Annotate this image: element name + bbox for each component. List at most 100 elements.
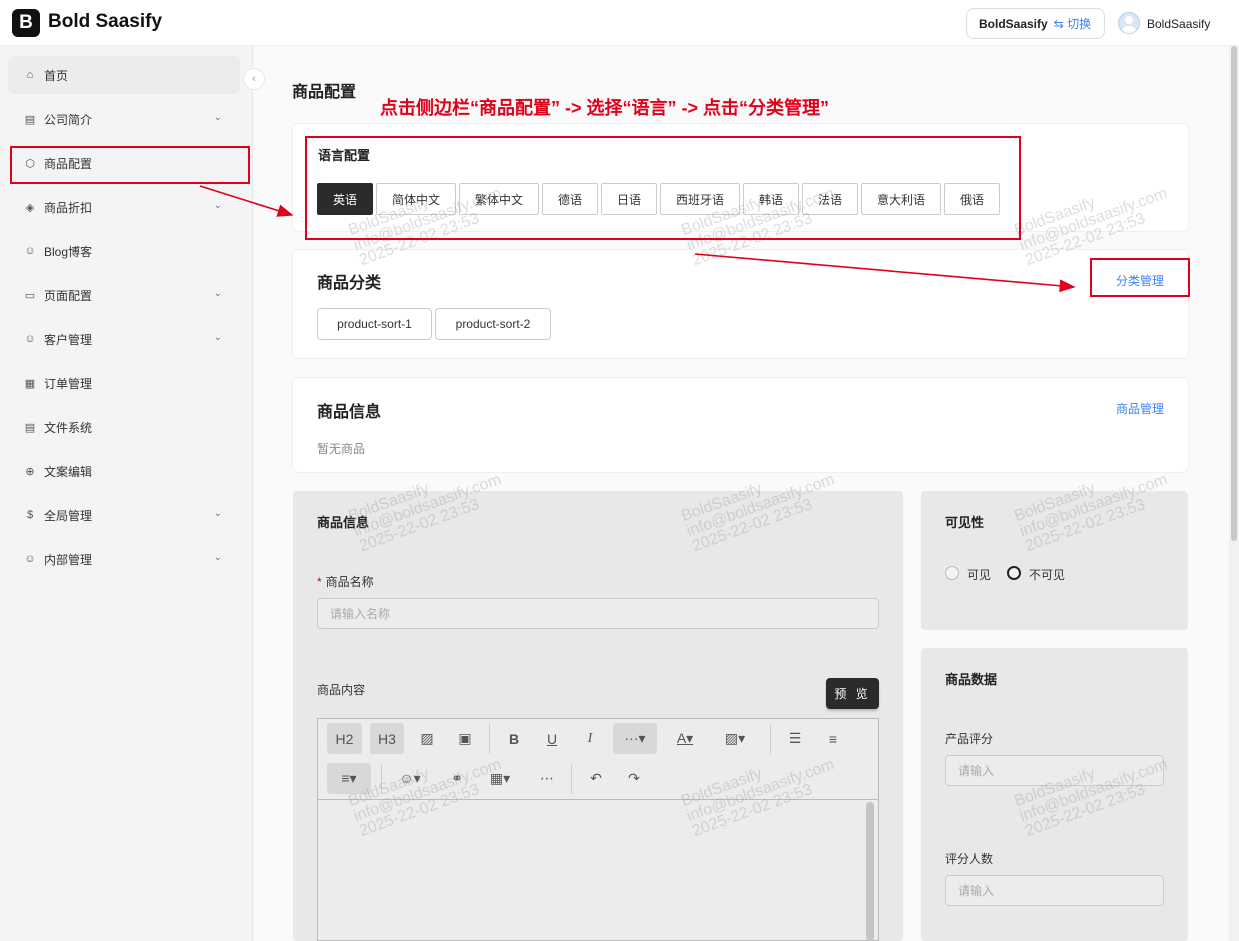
visible-label[interactable]: 可见 xyxy=(967,566,991,583)
numbered-list-icon[interactable]: ≡ xyxy=(820,723,846,754)
sidebar-item-label: 公司简介 xyxy=(44,112,93,127)
h3-button[interactable]: H3 xyxy=(370,723,404,754)
highlight-language-section xyxy=(305,136,1021,240)
h2-button[interactable]: H2 xyxy=(327,723,362,754)
instruction-annotation: 点击侧边栏“商品配置” -> 选择“语言” -> 点击“分类管理” xyxy=(380,98,830,118)
chevron-down-icon: ⌄ xyxy=(213,112,222,123)
sort-chip[interactable]: product-sort-2 xyxy=(435,308,551,340)
users-icon: ☺ xyxy=(24,333,36,345)
sidebar-item-internal[interactable]: ☺ 内部管理 ⌄ xyxy=(8,540,240,578)
tag-icon: ◈ xyxy=(25,201,35,214)
toolbar-separator xyxy=(571,764,572,794)
bullet-list-icon[interactable]: ☰ xyxy=(782,723,808,754)
sort-chip[interactable]: product-sort-1 xyxy=(317,308,432,340)
toolbar-separator xyxy=(489,724,490,754)
sidebar-item-label: 首页 xyxy=(44,68,69,83)
bold-icon[interactable]: B xyxy=(501,723,527,754)
rating-count-input[interactable]: 请输入 xyxy=(945,875,1164,906)
sidebar-item-orders[interactable]: ▦ 订单管理 xyxy=(8,364,240,402)
top-bar: B Bold Saasify BoldSaasify ⇆ 切换 BoldSaas… xyxy=(0,0,1239,46)
sidebar-item-label: 订单管理 xyxy=(44,376,93,391)
rating-label: 产品评分 xyxy=(945,732,994,746)
video-upload-icon[interactable]: ▣ xyxy=(452,723,478,754)
align-icon[interactable]: ≡▾ xyxy=(327,763,371,794)
name-label: * 商品名称 xyxy=(317,575,374,589)
sidebar-item-label: 文案编辑 xyxy=(44,464,93,479)
highlight-sidebar-product-config xyxy=(10,146,250,184)
sidebar-item-blog[interactable]: ☺ Blog博客 xyxy=(8,232,240,270)
chevron-down-icon: ⌄ xyxy=(213,288,222,299)
sidebar-item-page-config[interactable]: ▭ 页面配置 ⌄ xyxy=(8,276,240,314)
users-icon: ☺ xyxy=(24,245,36,257)
divider-line-icon[interactable]: ⋯ xyxy=(534,763,560,794)
product-info-card xyxy=(292,377,1189,473)
chevron-down-icon: ⌄ xyxy=(213,200,222,211)
visible-radio[interactable] xyxy=(945,566,959,580)
link-icon[interactable]: ⚭ xyxy=(444,763,470,794)
sidebar-item-label: Blog博客 xyxy=(44,244,93,259)
logo-icon[interactable]: B xyxy=(12,9,40,37)
sidebar-item-label: 全局管理 xyxy=(44,508,93,523)
toolbar-separator xyxy=(381,764,382,794)
table-icon[interactable]: ▦▾ xyxy=(483,763,517,794)
file-icon: ▤ xyxy=(24,421,36,434)
image-upload-icon[interactable]: ▨ xyxy=(414,723,440,754)
sidebar-item-label: 客户管理 xyxy=(44,332,93,347)
editor-scrollbar[interactable] xyxy=(866,802,874,941)
document-icon: ▦ xyxy=(24,377,36,390)
font-color-icon[interactable]: A▾ xyxy=(668,723,702,754)
brand-name[interactable]: Bold Saasify xyxy=(48,11,162,33)
product-data-title: 商品数据 xyxy=(945,672,998,687)
sidebar-item-discount[interactable]: ◈ 商品折扣 ⌄ xyxy=(8,188,240,226)
monitor-icon: ▭ xyxy=(24,289,36,302)
tenant-switch-button[interactable]: BoldSaasify ⇆ 切换 xyxy=(966,8,1105,39)
avatar[interactable] xyxy=(1118,12,1140,34)
building-icon: ▤ xyxy=(24,113,36,126)
toolbar-divider xyxy=(317,799,879,800)
switch-label: ⇆ 切换 xyxy=(1053,17,1092,31)
invisible-radio[interactable] xyxy=(1007,566,1021,580)
sidebar-item-label: 页面配置 xyxy=(44,288,93,303)
redo-icon[interactable]: ↷ xyxy=(621,763,647,794)
rating-input[interactable]: 请输入 xyxy=(945,755,1164,786)
sidebar-item-copywriting[interactable]: ⊕ 文案编辑 xyxy=(8,452,240,490)
background-color-icon[interactable]: ▨▾ xyxy=(718,723,752,754)
user-group-icon: ☺ xyxy=(24,553,36,565)
product-info-title: 商品信息 xyxy=(317,404,382,421)
chevron-down-icon: ⌄ xyxy=(213,332,222,343)
product-name-input[interactable]: 请输入名称 xyxy=(317,598,879,629)
empty-products-text: 暂无商品 xyxy=(317,442,366,456)
category-card xyxy=(292,249,1189,359)
sidebar-item-label: 商品折扣 xyxy=(44,200,93,215)
italic-icon[interactable]: I xyxy=(577,723,603,754)
category-title: 商品分类 xyxy=(317,275,382,292)
content-label: 商品内容 xyxy=(317,683,366,697)
emoji-icon[interactable]: ☺▾ xyxy=(393,763,427,794)
home-icon: ⌂ xyxy=(26,69,34,81)
highlight-category-manage xyxy=(1090,258,1190,297)
sidebar-item-company[interactable]: ▤ 公司简介 ⌄ xyxy=(8,100,240,138)
invisible-label[interactable]: 不可见 xyxy=(1029,566,1065,583)
page-scrollbar[interactable] xyxy=(1229,46,1239,941)
preview-button[interactable]: 预 览 xyxy=(826,678,879,709)
sidebar-item-home[interactable]: ⌂ 首页 xyxy=(8,56,240,94)
underline-icon[interactable]: U xyxy=(539,723,565,754)
collapse-sidebar-button[interactable]: ‹ xyxy=(243,68,265,90)
undo-icon[interactable]: ↶ xyxy=(583,763,609,794)
product-manage-link[interactable]: 商品管理 xyxy=(1116,400,1164,417)
dollar-icon: $ xyxy=(26,509,34,521)
page-scroll-thumb[interactable] xyxy=(1231,46,1237,541)
tenant-name: BoldSaasify xyxy=(979,16,1048,31)
username[interactable]: BoldSaasify xyxy=(1147,17,1210,31)
sidebar-item-global[interactable]: $ 全局管理 ⌄ xyxy=(8,496,240,534)
rating-count-label: 评分人数 xyxy=(945,852,994,866)
sidebar-item-label: 文件系统 xyxy=(44,420,93,435)
more-options-icon[interactable]: ···▾ xyxy=(613,723,657,754)
toolbar-separator xyxy=(770,724,771,754)
sidebar-item-customers[interactable]: ☺ 客户管理 ⌄ xyxy=(8,320,240,358)
chevron-down-icon: ⌄ xyxy=(213,552,222,563)
sidebar-item-files[interactable]: ▤ 文件系统 xyxy=(8,408,240,446)
visibility-title: 可见性 xyxy=(945,515,985,530)
page-title: 商品配置 xyxy=(292,84,357,101)
form-title: 商品信息 xyxy=(317,515,370,530)
